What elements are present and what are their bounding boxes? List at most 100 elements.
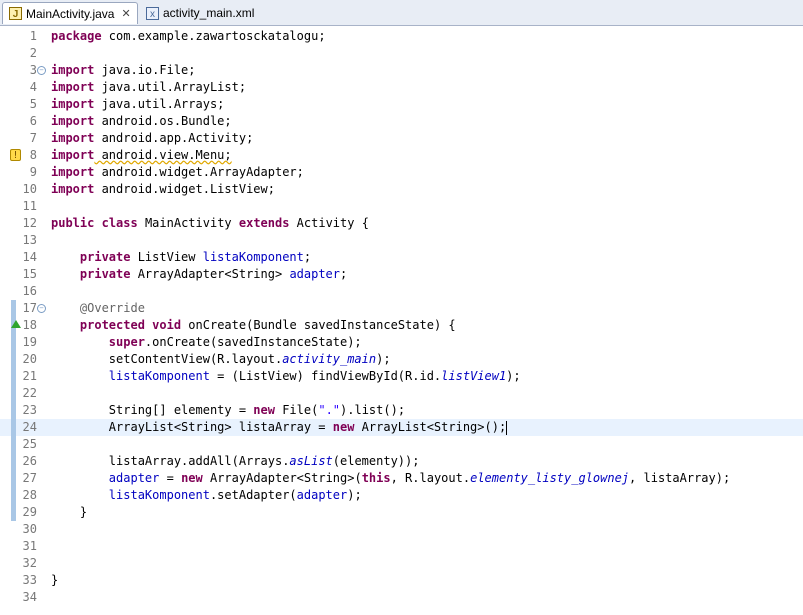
code-token: ; xyxy=(303,250,312,264)
code-line[interactable]: 17− @Override xyxy=(0,300,803,317)
tab-mainactivity-java[interactable]: J MainActivity.java ✕ xyxy=(2,2,138,24)
code-text: import java.util.ArrayList; xyxy=(51,79,246,96)
code-token: import xyxy=(51,97,95,111)
code-token: android.app.Activity; xyxy=(94,131,254,145)
code-text: import android.app.Activity; xyxy=(51,130,253,147)
tab-label: activity_main.xml xyxy=(163,6,255,20)
code-token: import xyxy=(51,165,95,179)
code-line[interactable]: 18 protected void onCreate(Bundle savedI… xyxy=(0,317,803,334)
code-token: MainActivity xyxy=(137,216,239,230)
code-text: adapter = new ArrayAdapter<String>(this,… xyxy=(51,470,730,487)
code-line[interactable]: 31 xyxy=(0,538,803,555)
code-line[interactable]: 10 import android.widget.ListView; xyxy=(0,181,803,198)
code-token: setContentView(R.layout. xyxy=(51,352,283,366)
code-line[interactable]: 9 import android.widget.ArrayAdapter; xyxy=(0,164,803,181)
code-line[interactable]: 3− import java.io.File; xyxy=(0,62,803,79)
code-token: listaKomponent xyxy=(108,488,210,502)
code-line[interactable]: 20 setContentView(R.layout.activity_main… xyxy=(0,351,803,368)
code-line[interactable]: 22 xyxy=(0,385,803,402)
line-number: 19 xyxy=(22,335,37,349)
code-token: import xyxy=(51,114,95,128)
line-number: 12 xyxy=(22,216,37,230)
code-line[interactable]: 28 listaKomponent.setAdapter(adapter); xyxy=(0,487,803,504)
code-text: import java.util.Arrays; xyxy=(51,96,224,113)
code-line[interactable]: 14 private ListView listaKomponent; xyxy=(0,249,803,266)
code-token: super xyxy=(108,335,145,349)
code-line[interactable]: 2 xyxy=(0,45,803,62)
line-number: 1 xyxy=(29,29,37,43)
line-number: 4 xyxy=(29,80,37,94)
code-token: import xyxy=(51,148,95,162)
code-line[interactable]: 30 xyxy=(0,521,803,538)
code-token: private xyxy=(79,250,131,264)
code-line[interactable]: 19 super.onCreate(savedInstanceState); xyxy=(0,334,803,351)
line-number: 23 xyxy=(22,403,37,417)
code-line[interactable]: 24 ArrayList<String> listaArray = new Ar… xyxy=(0,419,803,436)
code-line[interactable]: 11 xyxy=(0,198,803,215)
code-line[interactable]: 29 } xyxy=(0,504,803,521)
java-file-icon: J xyxy=(9,7,22,20)
code-text: } xyxy=(51,572,58,589)
code-token: (elementy)); xyxy=(332,454,420,468)
code-line[interactable]: 33} xyxy=(0,572,803,589)
text-cursor xyxy=(506,420,508,435)
code-token: ); xyxy=(376,352,391,366)
code-token: .onCreate(savedInstanceState); xyxy=(144,335,362,349)
code-token: protected xyxy=(79,318,145,332)
line-number: 34 xyxy=(22,590,37,604)
code-line[interactable]: 1 package com.example.zawartosckatalogu; xyxy=(0,28,803,45)
code-line[interactable]: ! 8 import android.view.Menu; xyxy=(0,147,803,164)
code-token: ArrayAdapter<String> xyxy=(130,267,290,281)
code-token: } xyxy=(51,505,88,519)
tab-activity-main-xml[interactable]: x activity_main.xml xyxy=(140,2,264,24)
code-line[interactable]: 6 import android.os.Bundle; xyxy=(0,113,803,130)
code-editor[interactable]: 1 package com.example.zawartosckatalogu; 2… xyxy=(0,26,803,615)
code-text: listaArray.addAll(Arrays.asList(elementy… xyxy=(51,453,420,470)
code-text: listaKomponent = (ListView) findViewById… xyxy=(51,368,521,385)
code-token: android.widget.ArrayAdapter; xyxy=(94,165,304,179)
code-line[interactable]: 15 private ArrayAdapter<String> adapter; xyxy=(0,266,803,283)
code-line[interactable]: 23 String[] elementy = new File(".").lis… xyxy=(0,402,803,419)
code-line[interactable]: 26 listaArray.addAll(Arrays.asList(eleme… xyxy=(0,453,803,470)
line-number: 13 xyxy=(22,233,37,247)
code-token: ; xyxy=(340,267,348,281)
close-icon[interactable]: ✕ xyxy=(121,7,130,20)
code-line[interactable]: 4 import java.util.ArrayList; xyxy=(0,79,803,96)
line-number: 20 xyxy=(22,352,37,366)
code-token: android.os.Bundle; xyxy=(94,114,232,128)
code-token: import xyxy=(51,182,95,196)
code-text: String[] elementy = new File(".").list()… xyxy=(51,402,405,419)
code-token: adapter xyxy=(289,267,341,281)
code-line[interactable]: 32 xyxy=(0,555,803,572)
code-token: String[] elementy = xyxy=(51,403,254,417)
code-line[interactable]: 16 xyxy=(0,283,803,300)
code-text: @Override xyxy=(51,300,145,317)
line-number: 25 xyxy=(22,437,37,451)
code-token: listaKomponent xyxy=(202,250,304,264)
code-text: import android.widget.ListView; xyxy=(51,181,275,198)
code-line[interactable]: 13 xyxy=(0,232,803,249)
line-number: 2 xyxy=(29,46,37,60)
line-number: 33 xyxy=(22,573,37,587)
line-number: 27 xyxy=(22,471,37,485)
code-line[interactable]: 25 xyxy=(0,436,803,453)
fold-toggle-icon[interactable]: − xyxy=(37,304,46,313)
line-number: 21 xyxy=(22,369,37,383)
code-line[interactable]: 12 public class MainActivity extends Acti… xyxy=(0,215,803,232)
code-line[interactable]: 34 xyxy=(0,589,803,606)
code-token: asList xyxy=(289,454,333,468)
code-token: ListView xyxy=(130,250,203,264)
code-token: import xyxy=(51,131,95,145)
code-text: } xyxy=(51,504,87,521)
code-token: import xyxy=(51,80,95,94)
code-line[interactable]: 7 import android.app.Activity; xyxy=(0,130,803,147)
code-line[interactable]: 5 import java.util.Arrays; xyxy=(0,96,803,113)
code-line[interactable]: 27 adapter = new ArrayAdapter<String>(th… xyxy=(0,470,803,487)
code-line[interactable]: 21 listaKomponent = (ListView) findViewB… xyxy=(0,368,803,385)
fold-toggle-icon[interactable]: − xyxy=(37,66,46,75)
line-number: 32 xyxy=(22,556,37,570)
code-token: elementy_listy_glownej xyxy=(470,471,630,485)
code-token: ArrayList<String>(); xyxy=(354,420,507,434)
